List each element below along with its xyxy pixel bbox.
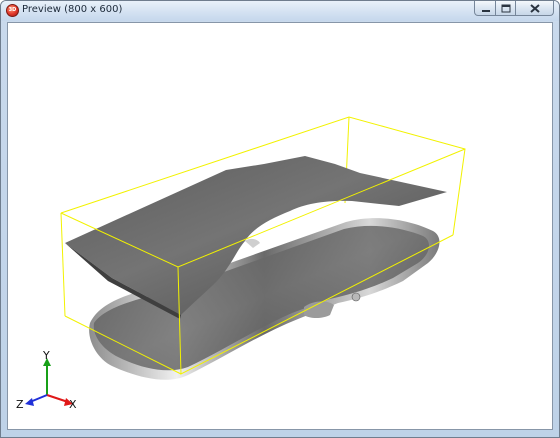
minimize-button[interactable] xyxy=(474,1,496,16)
x-axis-line xyxy=(46,394,69,403)
close-button[interactable] xyxy=(516,1,554,16)
axis-triad: Y X Z xyxy=(16,349,77,411)
title-bar[interactable]: 3D Preview (800 x 600) xyxy=(1,1,559,21)
minimize-icon xyxy=(482,10,490,12)
z-axis-label: Z xyxy=(16,398,24,411)
preview-window: 3D Preview (800 x 600) Y X Z xyxy=(0,0,560,438)
y-axis-label: Y xyxy=(42,349,50,362)
window-controls xyxy=(474,1,554,18)
app-3d-icon[interactable]: 3D xyxy=(6,4,19,17)
maximize-icon xyxy=(501,4,511,13)
maximize-button[interactable] xyxy=(496,1,516,16)
3d-viewport[interactable]: Y X Z xyxy=(8,23,552,429)
viewport-frame: Y X Z xyxy=(7,22,553,430)
window-title: Preview (800 x 600) xyxy=(22,4,123,15)
x-axis-label: X xyxy=(69,398,77,411)
close-icon xyxy=(530,4,540,13)
z-axis-arrow-icon xyxy=(25,398,34,406)
